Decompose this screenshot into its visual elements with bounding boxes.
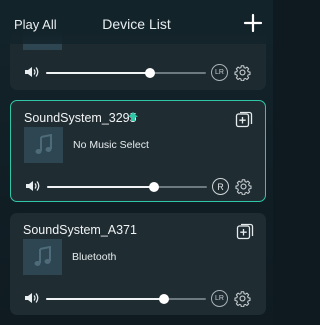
volume-slider-thumb[interactable] [149, 182, 160, 192]
volume-slider[interactable] [46, 68, 206, 78]
group-icon[interactable] [236, 222, 254, 240]
gear-icon[interactable] [234, 290, 251, 307]
volume-slider[interactable] [46, 294, 206, 304]
device-list-screen: LR Play All Device List SoundSystem_3295 [0, 0, 273, 325]
speaker-icon[interactable] [23, 291, 39, 305]
gear-icon[interactable] [235, 178, 252, 195]
add-device-icon[interactable] [243, 13, 263, 33]
group-icon[interactable] [235, 110, 253, 128]
track-title: No Music Select [73, 139, 149, 151]
volume-slider[interactable] [47, 182, 207, 192]
device-name: SoundSystem_3295 [24, 111, 137, 125]
master-arrow-icon [128, 112, 138, 121]
volume-row: LR [10, 63, 266, 83]
volume-row: R [11, 177, 267, 197]
volume-slider-thumb[interactable] [145, 68, 155, 78]
device-card[interactable]: SoundSystem_A371 Bluetooth LR [10, 213, 266, 315]
channel-badge[interactable]: LR [211, 64, 228, 81]
album-art [24, 127, 63, 163]
header-bar: Play All Device List [0, 0, 273, 44]
page-title: Device List [102, 16, 171, 32]
device-name: SoundSystem_A371 [23, 223, 137, 237]
gear-icon[interactable] [234, 64, 251, 81]
volume-row: LR [10, 289, 266, 309]
device-card-selected[interactable]: SoundSystem_3295 No Music Select R [10, 100, 266, 202]
speaker-icon[interactable] [23, 65, 39, 79]
music-note-icon [34, 246, 51, 266]
channel-badge[interactable]: LR [211, 290, 228, 307]
channel-badge[interactable]: R [212, 178, 229, 195]
album-art [23, 239, 62, 275]
volume-slider-thumb[interactable] [159, 294, 170, 304]
music-note-icon [35, 134, 52, 154]
track-title: Bluetooth [72, 251, 117, 263]
speaker-icon[interactable] [24, 179, 40, 193]
